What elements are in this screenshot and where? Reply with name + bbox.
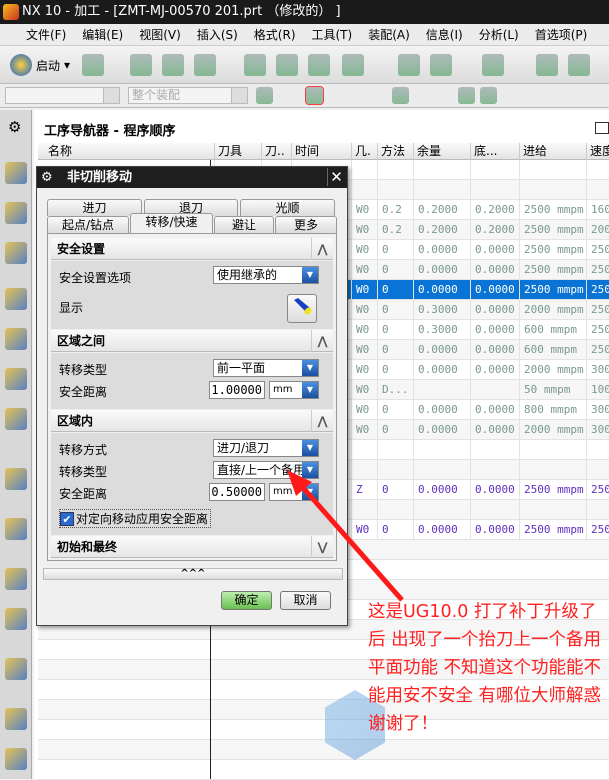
annotation-text: 这是UG10.0 打了补丁升级了后 出现了一个抬刀上一个备用平面功能 不知道这个… [368,602,602,734]
tab-transfer-rapid[interactable]: 转移/快速 [130,213,213,233]
